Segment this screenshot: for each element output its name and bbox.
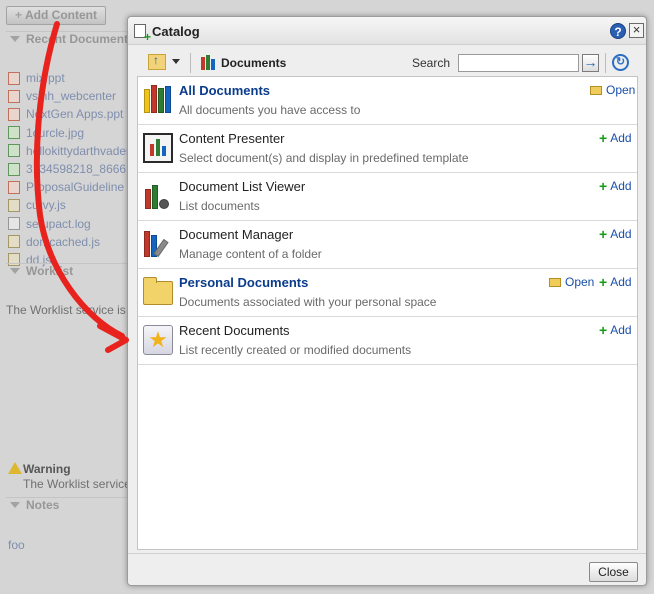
annotation-arrow [33,21,129,353]
annotation-arrow-shaft [33,21,125,339]
annotation-arrowhead [97,323,129,353]
